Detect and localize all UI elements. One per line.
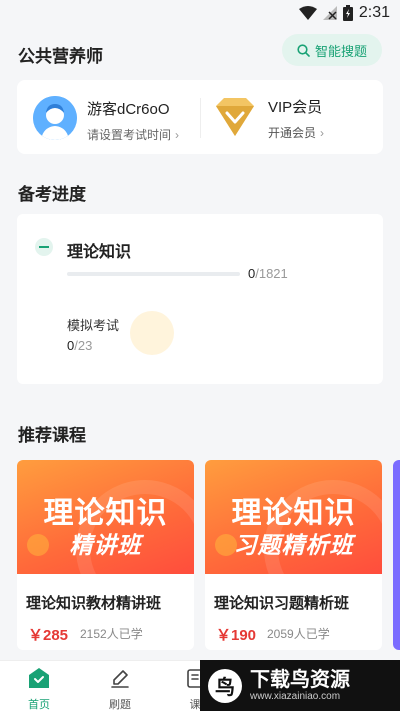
set-exam-time-link[interactable]: 请设置考试时间 › bbox=[87, 126, 179, 143]
set-exam-time-label: 请设置考试时间 bbox=[87, 128, 172, 142]
course-name: 理论知识教材精讲班 bbox=[26, 595, 162, 612]
tab-home[interactable]: 首页 bbox=[16, 667, 62, 711]
open-vip-label: 开通会员 bbox=[268, 126, 317, 140]
header: 公共营养师 智能搜题 bbox=[0, 28, 400, 74]
vip-title[interactable]: VIP会员 bbox=[268, 96, 322, 117]
course-price: ￥285 bbox=[28, 627, 69, 644]
site-watermark: 鸟 下载鸟资源 www.xiazainiao.com bbox=[200, 660, 400, 711]
banner-subtitle: 精讲班 bbox=[69, 532, 142, 558]
signal-off-icon bbox=[322, 6, 337, 20]
home-icon bbox=[29, 668, 49, 688]
theory-progress-count: 0/1821 bbox=[248, 266, 288, 281]
status-bar: 2:31 bbox=[0, 0, 400, 28]
course-card[interactable]: 理论知识 精讲班 理论知识教材精讲班 ￥285 2152人已学 bbox=[17, 460, 194, 650]
courses-section-title: 推荐课程 bbox=[18, 426, 86, 445]
chevron-right-icon: › bbox=[320, 126, 325, 140]
course-learners: 2152人已学 bbox=[80, 627, 143, 641]
mock-exam-count: 0/23 bbox=[67, 338, 92, 353]
mock-exam-decor bbox=[130, 311, 174, 355]
tab-practice-label: 刷题 bbox=[109, 699, 131, 711]
course-price: ￥190 bbox=[216, 627, 257, 644]
banner-subtitle: 习题精析班 bbox=[233, 532, 354, 558]
battery-icon bbox=[342, 5, 353, 21]
progress-card: 理论知识 0/1821 模拟考试 0/23 bbox=[17, 214, 383, 384]
course-learners: 2059人已学 bbox=[267, 627, 330, 641]
course-banner: 理论知识 习题精析班 bbox=[205, 460, 382, 574]
theory-total: /1821 bbox=[255, 266, 288, 281]
mock-exam-label[interactable]: 模拟考试 bbox=[67, 315, 119, 334]
course-name: 理论知识习题精析班 bbox=[214, 595, 350, 612]
theory-title[interactable]: 理论知识 bbox=[67, 238, 131, 262]
course-card-peek[interactable] bbox=[393, 460, 400, 650]
progress-section-title: 备考进度 bbox=[18, 185, 86, 204]
divider bbox=[200, 98, 201, 138]
page-title: 公共营养师 bbox=[18, 47, 103, 66]
tab-home-label: 首页 bbox=[28, 699, 50, 711]
course-banner: 理论知识 精讲班 bbox=[17, 460, 194, 574]
user-name: 游客dCr6oO bbox=[87, 101, 170, 118]
smart-search-label: 智能搜题 bbox=[314, 43, 367, 59]
wifi-icon bbox=[298, 6, 317, 20]
course-card[interactable]: 理论知识 习题精析班 理论知识习题精析班 ￥190 2059人已学 bbox=[205, 460, 382, 650]
user-avatar-icon bbox=[33, 96, 77, 140]
status-time: 2:31 bbox=[358, 4, 390, 21]
user-card: 游客dCr6oO 请设置考试时间 › VIP会员 开通会员 › bbox=[17, 80, 383, 154]
pencil-icon bbox=[111, 670, 129, 688]
open-vip-link[interactable]: 开通会员 › bbox=[268, 124, 324, 141]
avatar[interactable] bbox=[33, 96, 77, 140]
watermark-logo: 鸟 bbox=[208, 668, 242, 703]
vip-crown-icon[interactable] bbox=[212, 96, 258, 138]
tab-practice[interactable]: 刷题 bbox=[97, 667, 143, 711]
search-icon bbox=[297, 43, 310, 57]
status-icons: 2:31 bbox=[298, 4, 390, 22]
watermark-title: 下载鸟资源 bbox=[250, 669, 350, 691]
collapse-icon[interactable] bbox=[35, 238, 53, 256]
mock-total: /23 bbox=[74, 338, 93, 353]
theory-progress-bar bbox=[67, 272, 240, 276]
watermark-url: www.xiazainiao.com bbox=[250, 691, 341, 702]
smart-search-button[interactable]: 智能搜题 bbox=[282, 34, 382, 66]
chevron-right-icon: › bbox=[175, 128, 180, 142]
